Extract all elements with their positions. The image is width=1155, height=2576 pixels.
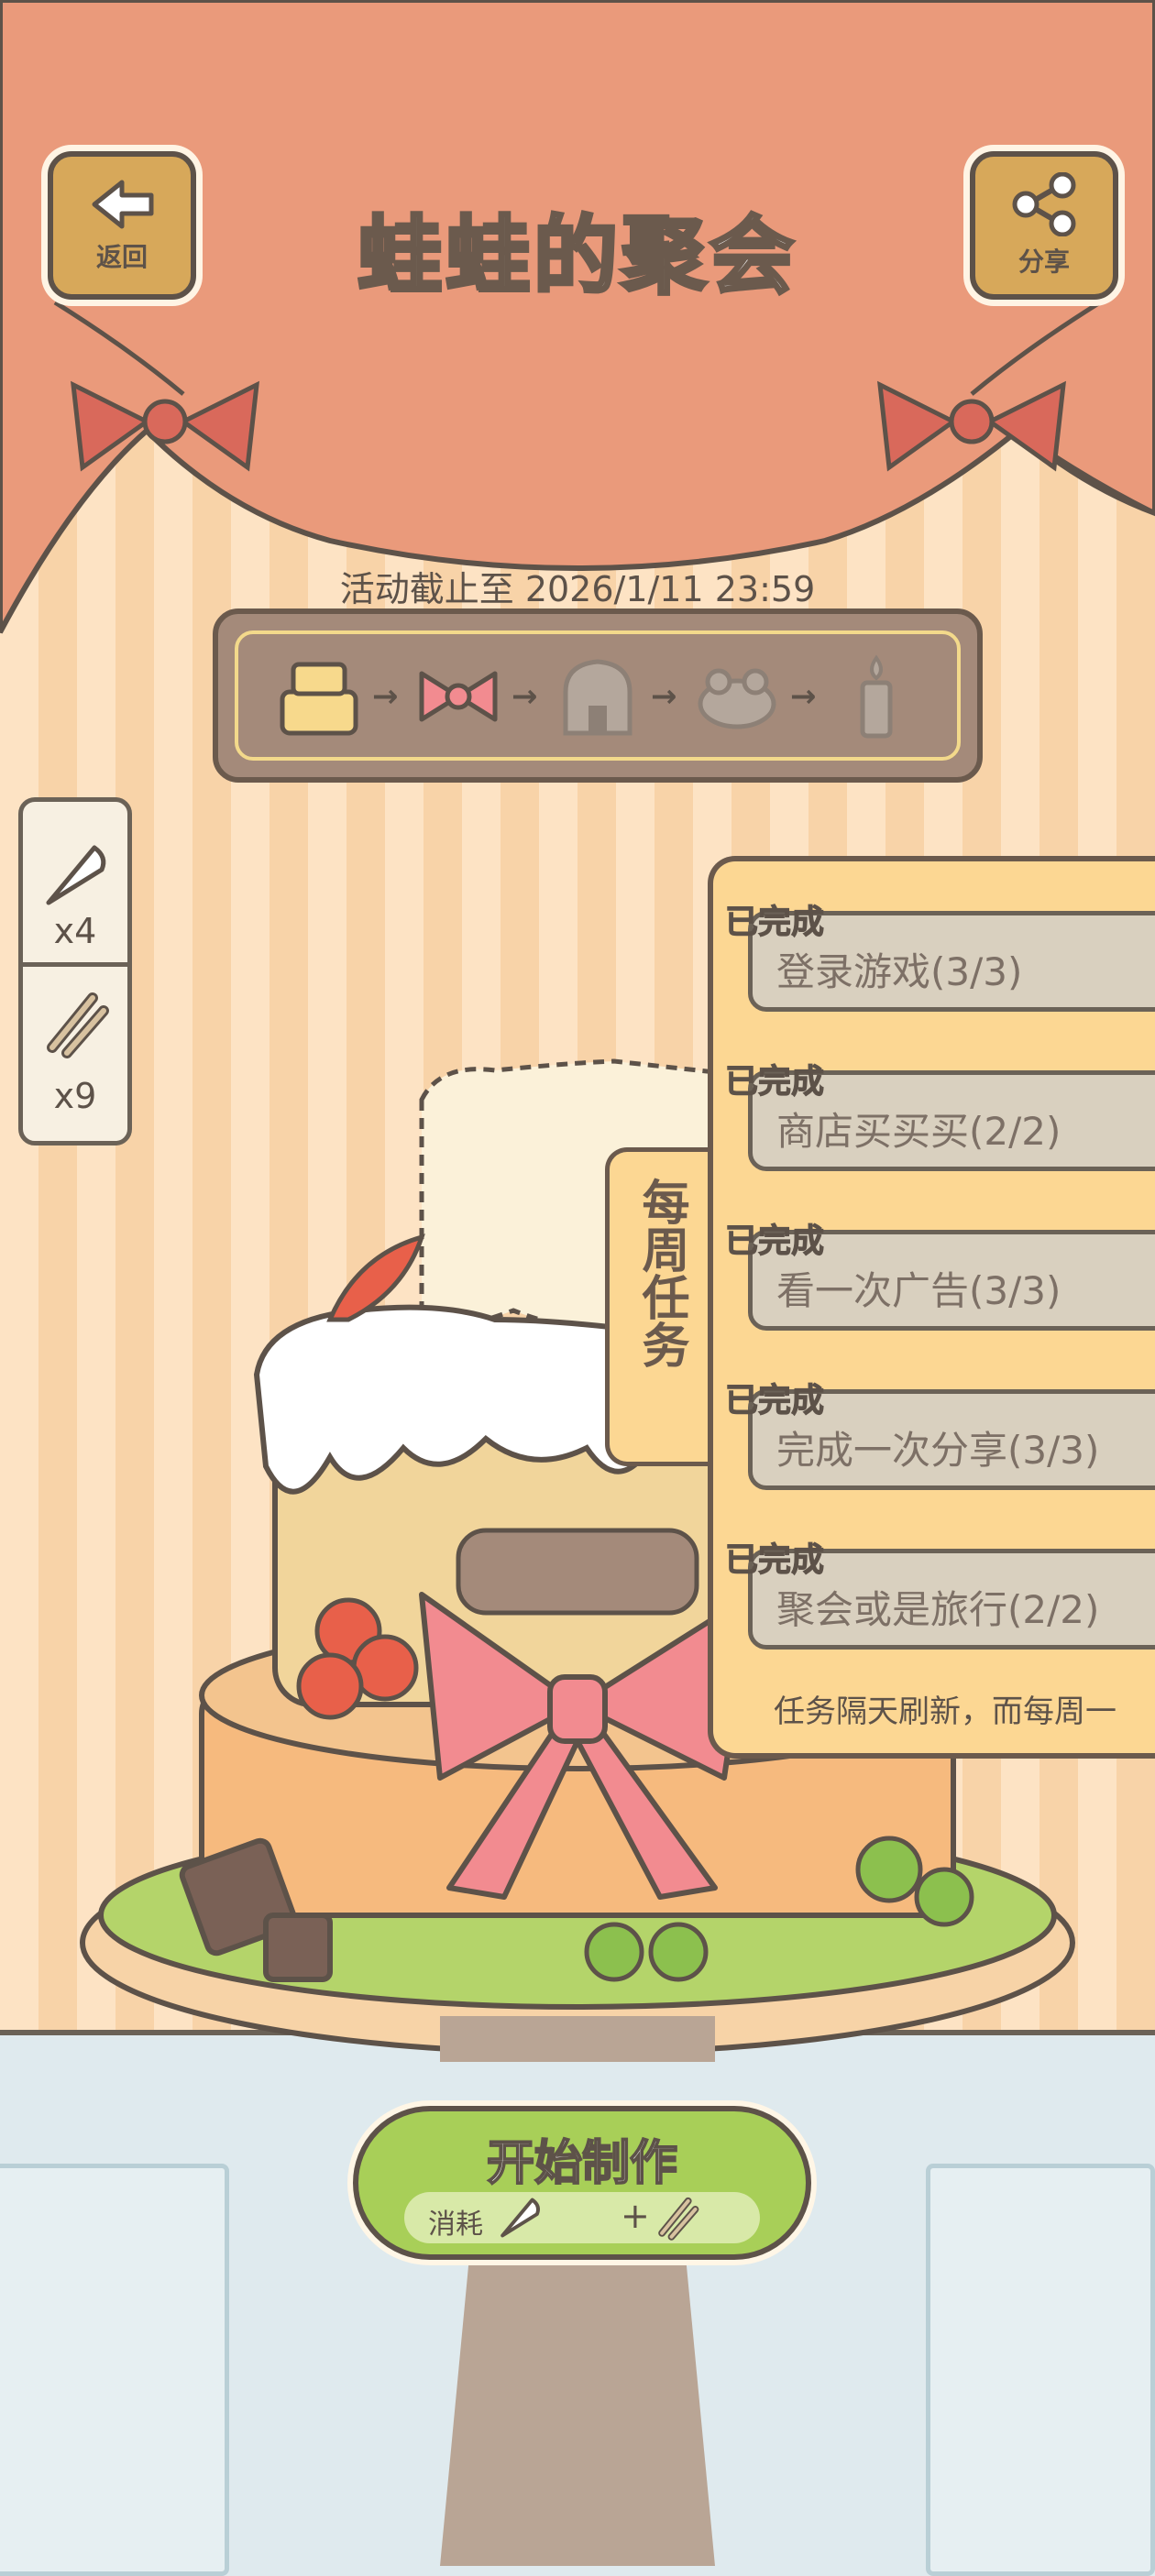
task-text: 看一次广告(3/3) [776, 1268, 1062, 1313]
chocolate-block [263, 1913, 333, 1982]
clover [584, 1922, 644, 1982]
cake-progress-bar: → → → → [213, 608, 983, 783]
weekly-tasks-tab-label: 每周任务 [633, 1178, 688, 1368]
inventory-item-piping-bag[interactable]: x4 [23, 802, 127, 967]
plus-sign: + [621, 2196, 650, 2236]
task-item: 已完成 看一次广告(3/3) [724, 1222, 1155, 1331]
page-title: 蛙蛙的聚会 [356, 205, 798, 307]
piping-bag-icon [500, 2198, 540, 2238]
cost-label: 消耗 [428, 2209, 483, 2241]
arrow-icon: → [651, 678, 677, 715]
task-item: 已完成 完成一次分享(3/3) [724, 1382, 1155, 1490]
task-status-badge: 已完成 [724, 1063, 825, 1102]
cabinet-door [0, 2164, 229, 2576]
bow-icon [419, 671, 498, 722]
event-deadline: 活动截止至 2026/1/11 23:59 [339, 569, 816, 609]
task-status-badge: 已完成 [724, 1222, 825, 1261]
frog-icon [698, 668, 776, 729]
house-icon [563, 659, 632, 736]
arrow-icon: → [512, 678, 538, 715]
cake-plaque [456, 1528, 699, 1616]
cake-base-icon [280, 662, 358, 736]
piping-bag-icon [46, 845, 106, 905]
task-text: 完成一次分享(3/3) [776, 1428, 1100, 1473]
inventory-count: x4 [53, 911, 97, 951]
task-status-badge: 已完成 [724, 1382, 825, 1420]
clover [855, 1836, 923, 1903]
arrow-icon: → [372, 678, 399, 715]
task-text: 登录游戏(3/3) [776, 949, 1023, 994]
start-making-label: 开始制作 [486, 2135, 678, 2192]
cabinet-door [926, 2164, 1155, 2576]
task-status-badge: 已完成 [724, 1541, 825, 1580]
weekly-tasks-tab[interactable]: 每周任务 [605, 1147, 713, 1466]
start-making-button[interactable]: 开始制作 消耗 + [353, 2106, 811, 2260]
arrow-icon: → [790, 678, 817, 715]
curtain [0, 0, 1155, 634]
task-text: 商店买买买(2/2) [776, 1109, 1062, 1154]
cost-bar: 消耗 + [404, 2192, 760, 2243]
task-item: 已完成 商店买买买(2/2) [724, 1063, 1155, 1171]
refresh-note: 任务隔天刷新，而每周一 [774, 1694, 1116, 1730]
tools-icon [658, 2197, 699, 2241]
task-item: 已完成 登录游戏(3/3) [724, 904, 1155, 1012]
task-status-badge: 已完成 [724, 904, 825, 942]
cherry [296, 1652, 364, 1720]
task-text: 聚会或是旅行(2/2) [776, 1587, 1100, 1632]
weekly-tasks-panel: 已完成 登录游戏(3/3) 已完成 商店买买买(2/2) 已完成 看一次广告(3… [708, 856, 1155, 1759]
cake-stand-pillar [440, 2218, 715, 2566]
candle-icon [860, 654, 893, 739]
task-item: 已完成 聚会或是旅行(2/2) [724, 1541, 1155, 1650]
